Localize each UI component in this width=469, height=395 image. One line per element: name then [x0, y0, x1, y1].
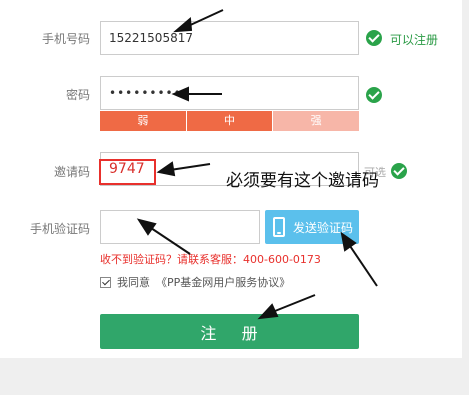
annotation-text: 必须要有这个邀请码 — [226, 171, 379, 191]
password-input[interactable] — [100, 76, 359, 110]
password-ok-icon — [366, 87, 382, 103]
help-text: 收不到验证码？请联系客服：400-600-0173 — [100, 253, 321, 266]
strength-strong: 强 — [273, 111, 360, 131]
phone-ok-icon — [366, 30, 382, 46]
page-footer-band — [0, 358, 469, 395]
phone-icon — [273, 217, 285, 237]
phone-label: 手机号码 — [41, 32, 90, 46]
send-sms-label: 发送验证码 — [293, 220, 354, 235]
invite-ok-icon — [391, 163, 407, 179]
invite-highlight-box — [99, 159, 156, 185]
agreement-link[interactable]: 《PP基金网用户服务协议》 — [156, 274, 290, 290]
password-label: 密码 — [65, 88, 90, 102]
agree-checkbox[interactable] — [100, 276, 111, 288]
phone-input[interactable] — [100, 21, 359, 55]
invite-label: 邀请码 — [53, 165, 90, 179]
send-sms-button[interactable]: 发送验证码 — [265, 210, 359, 244]
sms-code-input[interactable] — [100, 210, 260, 244]
strength-medium: 中 — [186, 111, 274, 131]
strength-weak: 弱 — [100, 111, 187, 131]
agreement-row: 我同意 《PP基金网用户服务协议》 — [100, 274, 290, 290]
sms-label: 手机验证码 — [29, 222, 90, 236]
register-button[interactable]: 注 册 — [100, 314, 359, 349]
agree-text: 我同意 — [117, 276, 150, 289]
password-strength-bar: 弱 中 强 — [100, 111, 360, 131]
phone-status-text: 可以注册 — [390, 33, 439, 47]
page-edge — [462, 0, 469, 395]
